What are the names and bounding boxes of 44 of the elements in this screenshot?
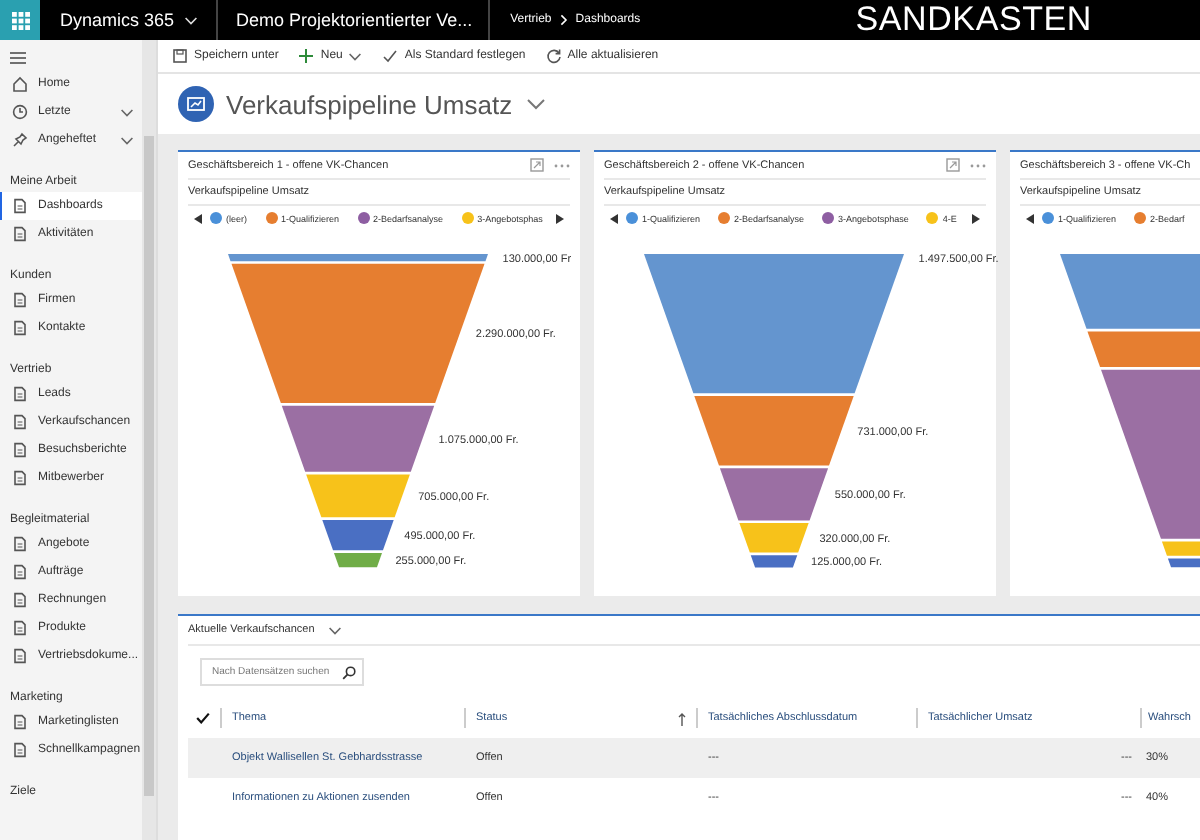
expand-button[interactable] xyxy=(946,156,960,174)
arrow-left-icon xyxy=(1026,213,1034,223)
document-icon xyxy=(12,198,28,214)
arrow-left-icon xyxy=(610,213,618,223)
pin-icon xyxy=(12,132,28,148)
document-icon xyxy=(12,226,28,242)
search-icon xyxy=(342,665,356,679)
plus-icon xyxy=(298,48,315,64)
environment-label: SANDKASTEN xyxy=(855,0,1092,40)
document-icon xyxy=(12,386,28,402)
home-icon xyxy=(12,76,28,92)
expand-icon xyxy=(946,158,960,172)
checkmark-icon xyxy=(196,712,210,724)
arrow-right-icon xyxy=(556,213,564,223)
chevron-down-icon xyxy=(328,625,343,635)
waffle-icon xyxy=(11,11,29,29)
expand-button[interactable] xyxy=(530,156,544,174)
document-icon xyxy=(12,414,28,430)
document-icon xyxy=(12,592,28,608)
chevron-down-icon xyxy=(526,98,547,110)
document-icon xyxy=(12,742,28,758)
document-icon xyxy=(12,292,28,308)
document-icon xyxy=(12,470,28,486)
document-icon xyxy=(12,648,28,664)
chevron-down-icon xyxy=(184,15,199,25)
refresh-icon xyxy=(545,48,562,64)
document-icon xyxy=(12,536,28,552)
document-icon xyxy=(12,714,28,730)
arrow-left-icon xyxy=(194,213,202,223)
save-icon xyxy=(172,48,188,64)
expand-icon xyxy=(530,158,544,172)
arrow-right-icon xyxy=(972,213,980,223)
scrollbar[interactable] xyxy=(142,40,156,840)
dashboard-selector[interactable]: Verkaufspipeline Umsatz xyxy=(226,89,547,119)
menu-icon xyxy=(10,52,26,64)
app-launcher-button[interactable] xyxy=(0,0,40,40)
document-icon xyxy=(12,620,28,636)
document-icon xyxy=(12,442,28,458)
clock-icon xyxy=(12,104,28,120)
dashboard-icon xyxy=(178,86,214,122)
checkmark-icon xyxy=(382,48,399,64)
document-icon xyxy=(12,564,28,580)
chevron-right-icon xyxy=(559,14,568,26)
document-icon xyxy=(12,320,28,336)
